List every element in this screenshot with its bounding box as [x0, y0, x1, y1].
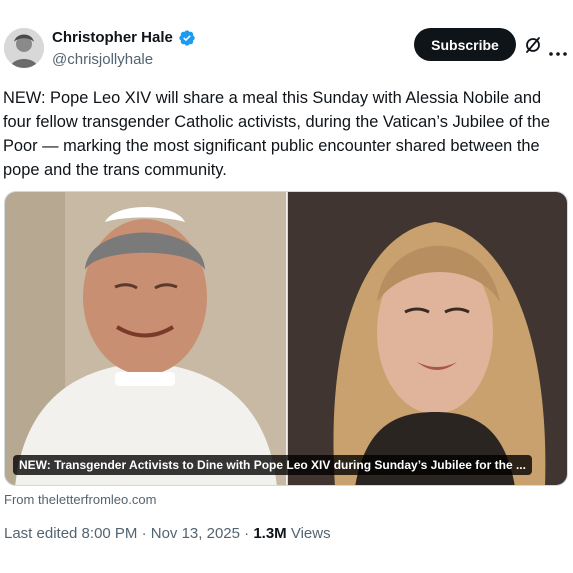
views-label: Views	[286, 525, 331, 542]
link-card-caption[interactable]: NEW: Transgender Activists to Dine with …	[13, 455, 532, 475]
tweet-header: Christopher Hale @chrisjollyhale Subscri…	[0, 0, 573, 80]
subscribe-button[interactable]: Subscribe	[414, 28, 516, 61]
user-handle[interactable]: @chrisjollyhale	[52, 51, 153, 68]
more-options-icon[interactable]	[549, 43, 567, 56]
views-count: 1.3M	[253, 525, 287, 542]
card-photo	[5, 192, 567, 485]
last-edited-timestamp[interactable]: Last edited 8:00 PM · Nov 13, 2025 ·	[4, 525, 253, 542]
link-source[interactable]: From theletterfromleo.com	[4, 492, 156, 507]
tweet-meta: Last edited 8:00 PM · Nov 13, 2025 · 1.3…	[4, 525, 331, 542]
tweet-text: NEW: Pope Leo XIV will share a meal this…	[3, 89, 550, 179]
user-avatar[interactable]	[4, 28, 44, 68]
grok-icon[interactable]	[524, 36, 542, 54]
verified-badge-icon	[178, 29, 196, 47]
link-card-image[interactable]	[4, 191, 568, 486]
display-name[interactable]: Christopher Hale	[52, 29, 173, 47]
name-row[interactable]: Christopher Hale	[52, 29, 196, 47]
